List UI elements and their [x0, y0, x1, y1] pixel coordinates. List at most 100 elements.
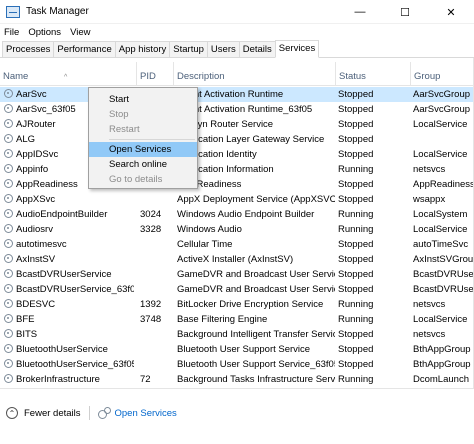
- services-grid: Name ^ PID Description Status Group AarS…: [0, 58, 474, 388]
- window-controls: — ☐ ✕: [338, 0, 474, 24]
- menu-view[interactable]: View: [66, 27, 95, 38]
- service-name: BluetoothUserService_63f05: [16, 359, 134, 370]
- service-group: AppReadiness: [413, 179, 474, 190]
- service-name: BrokerInfrastructure: [16, 374, 100, 385]
- service-name: ALG: [16, 134, 36, 145]
- service-status: Stopped: [338, 329, 374, 340]
- column-header-row: Name ^ PID Description Status Group: [0, 62, 474, 86]
- service-gear-icon: [4, 254, 13, 263]
- maximize-button[interactable]: ☐: [382, 0, 428, 24]
- service-name: Audiosrv: [16, 224, 53, 235]
- service-gear-icon: [4, 89, 13, 98]
- service-status: Stopped: [338, 134, 374, 145]
- column-header-status[interactable]: Status: [335, 62, 410, 86]
- service-row[interactable]: BluetoothUserService Bluetooth User Suppo…: [0, 342, 474, 357]
- context-menu-start[interactable]: Start: [89, 92, 197, 107]
- service-name: AppXSvc: [16, 194, 56, 205]
- task-manager-icon: [6, 5, 20, 18]
- service-row[interactable]: BFE 3748 Base Filtering Engine Running Local…: [0, 312, 474, 327]
- service-gear-icon: [4, 329, 13, 338]
- service-description: Bluetooth User Support Service: [177, 344, 311, 355]
- menu-options[interactable]: Options: [24, 27, 66, 38]
- service-gear-icon: [4, 359, 13, 368]
- service-group: BthAppGroup: [413, 359, 471, 370]
- tab-app-history[interactable]: App history: [114, 41, 171, 57]
- service-group: LocalService: [413, 314, 468, 325]
- service-name-cell: BcastDVRUserService_63f05: [4, 282, 134, 297]
- service-description: AllJoyn Router Service: [177, 119, 274, 130]
- service-name-cell: BluetoothUserService: [4, 342, 134, 357]
- service-name: AppReadiness: [16, 179, 78, 190]
- tab-performance[interactable]: Performance: [53, 41, 116, 57]
- tab-users[interactable]: Users: [206, 41, 240, 57]
- service-gear-icon: [4, 104, 13, 113]
- tab-startup[interactable]: Startup: [169, 41, 208, 57]
- service-row[interactable]: BcastDVRUserService GameDVR and Broadcast…: [0, 267, 474, 282]
- fewer-details-label: Fewer details: [24, 407, 81, 419]
- service-description: Background Tasks Infrastructure Service: [177, 374, 335, 385]
- column-header-description[interactable]: Description: [173, 62, 335, 86]
- service-row[interactable]: BcastDVRUserService_63f05 GameDVR and Bro…: [0, 282, 474, 297]
- service-group: BthAppGroup: [413, 344, 471, 355]
- service-status: Stopped: [338, 269, 374, 280]
- service-name: BcastDVRUserService: [16, 269, 112, 280]
- service-name: AarSvc: [16, 89, 47, 100]
- column-header-pid[interactable]: PID: [136, 62, 173, 86]
- service-name: Appinfo: [16, 164, 49, 175]
- service-group: AxInstSVGroup: [413, 254, 474, 265]
- service-status: Stopped: [338, 344, 374, 355]
- tab-services[interactable]: Services: [274, 40, 320, 58]
- service-description: Agent Activation Runtime_63f05: [177, 104, 313, 115]
- service-row[interactable]: AppReadiness App Readiness Stopped AppReadi…: [0, 177, 474, 192]
- service-row[interactable]: Appinfo Application Information Running net…: [0, 162, 474, 177]
- tab-processes[interactable]: Processes: [2, 41, 55, 57]
- service-name-cell: BcastDVRUserService: [4, 267, 134, 282]
- service-group: BcastDVRUser: [413, 269, 474, 280]
- open-services-link[interactable]: Open Services: [97, 407, 177, 419]
- service-status: Stopped: [338, 149, 374, 160]
- service-name-cell: autotimesvc: [4, 237, 134, 252]
- minimize-button[interactable]: —: [338, 0, 382, 24]
- service-row[interactable]: AudioEndpointBuilder 3024 Windows Audio En…: [0, 207, 474, 222]
- service-row[interactable]: AarSvc_63f05 Agent Activation Runtime_63f…: [0, 102, 474, 117]
- service-row[interactable]: BITS Background Intelligent Transfer Serv…: [0, 327, 474, 342]
- column-header-name[interactable]: Name ^: [0, 62, 136, 86]
- service-row[interactable]: BDESVC 1392 BitLocker Drive Encryption Ser…: [0, 297, 474, 312]
- service-row[interactable]: Audiosrv 3328 Windows Audio Running LocalSer…: [0, 222, 474, 237]
- service-description: Base Filtering Engine: [177, 314, 268, 325]
- service-row[interactable]: BluetoothUserService_63f05 Bluetooth User…: [0, 357, 474, 372]
- service-name-cell: BrokerInfrastructure: [4, 372, 134, 387]
- service-row[interactable]: AxInstSV ActiveX Installer (AxInstSV) Stop…: [0, 252, 474, 267]
- service-group: LocalService: [413, 149, 468, 160]
- service-row[interactable]: AarSvc Agent Activation Runtime Stopped Aar…: [0, 87, 474, 102]
- menu-file[interactable]: File: [0, 27, 24, 38]
- tab-bar: Processes Performance App history Startu…: [0, 40, 474, 58]
- service-row[interactable]: ALG Application Layer Gateway Service Stop…: [0, 132, 474, 147]
- service-name-cell: BFE: [4, 312, 134, 327]
- service-status: Stopped: [338, 359, 374, 370]
- service-group: netsvcs: [413, 329, 446, 340]
- service-group: AarSvcGroup: [413, 89, 471, 100]
- service-status: Stopped: [338, 89, 374, 100]
- context-menu-open-services[interactable]: Open Services: [89, 142, 197, 157]
- service-group: AarSvcGroup: [413, 104, 471, 115]
- service-status: Running: [338, 164, 374, 175]
- context-menu-search-online[interactable]: Search online: [89, 157, 197, 172]
- service-name: AppIDSvc: [16, 149, 59, 160]
- service-row[interactable]: AppXSvc AppX Deployment Service (AppXSVC)…: [0, 192, 474, 207]
- service-row[interactable]: AJRouter AllJoyn Router Service Stopped Loc…: [0, 117, 474, 132]
- service-gear-icon: [4, 134, 13, 143]
- service-row[interactable]: AppIDSvc Application Identity Stopped Local…: [0, 147, 474, 162]
- service-row[interactable]: BrokerInfrastructure 72 Background Tasks I…: [0, 372, 474, 387]
- close-button[interactable]: ✕: [428, 0, 474, 24]
- fewer-details-button[interactable]: ⌃ Fewer details: [6, 407, 81, 419]
- service-description: Bluetooth User Support Service_63f05: [177, 359, 335, 370]
- service-description: Application Identity: [177, 149, 257, 160]
- tab-details[interactable]: Details: [238, 41, 276, 57]
- column-header-group[interactable]: Group: [410, 62, 474, 86]
- service-description: Application Layer Gateway Service: [177, 134, 325, 145]
- service-pid: 3328: [140, 224, 162, 235]
- service-name: AarSvc_63f05: [16, 104, 76, 115]
- service-name: BcastDVRUserService_63f05: [16, 284, 134, 295]
- service-row[interactable]: autotimesvc Cellular Time Stopped autoTimeS…: [0, 237, 474, 252]
